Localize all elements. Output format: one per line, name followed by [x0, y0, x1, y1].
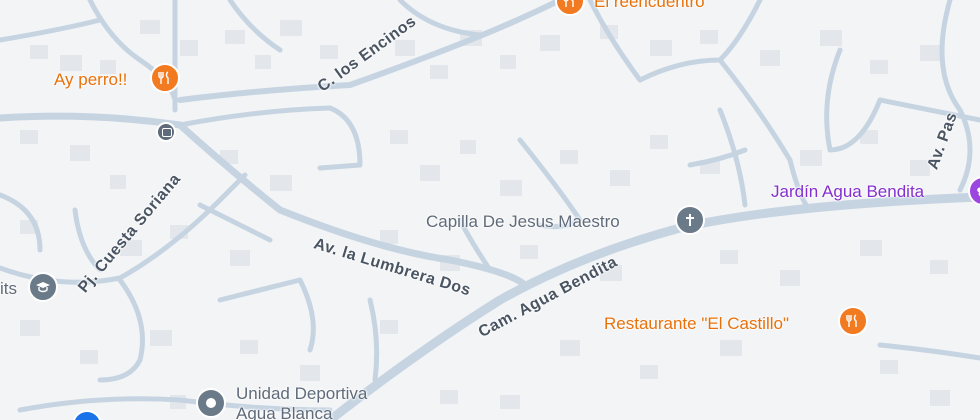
fork-knife-icon	[563, 0, 574, 7]
road-lumbrera-dos	[0, 112, 529, 289]
place-marker-icon	[206, 398, 216, 408]
poi-label-el-reencuentro[interactable]: El reencuentro	[594, 0, 705, 12]
restaurant-el-castillo-pin[interactable]	[838, 306, 868, 336]
bus-stop-icon[interactable]	[156, 122, 176, 142]
poi-label-el-castillo[interactable]: Restaurante "El Castillo"	[604, 314, 789, 334]
poi-label-unidad-line2[interactable]: Agua Blanca	[236, 404, 332, 420]
poi-label-ay-perro[interactable]: Ay perro!!	[54, 70, 127, 90]
church-capilla-pin[interactable]	[675, 205, 705, 235]
poi-label-unidad-line1[interactable]: Unidad Deportiva	[236, 384, 367, 404]
restaurant-ay-perro-pin[interactable]	[150, 63, 180, 93]
fork-knife-icon	[158, 71, 169, 84]
place-unidad-deportiva-pin[interactable]	[196, 388, 226, 418]
graduation-cap-icon	[36, 282, 50, 293]
poi-label-capilla[interactable]: Capilla De Jesus Maestro	[426, 212, 620, 232]
poi-label-its-partial[interactable]: its	[0, 279, 17, 299]
cross-icon	[686, 214, 694, 226]
map-canvas[interactable]: El reencuentro Ay perro!! C. los Encinos…	[0, 0, 980, 420]
fork-knife-icon	[846, 314, 857, 327]
school-pin[interactable]	[28, 272, 58, 302]
poi-label-jardin[interactable]: Jardín Agua Bendita	[771, 182, 924, 202]
